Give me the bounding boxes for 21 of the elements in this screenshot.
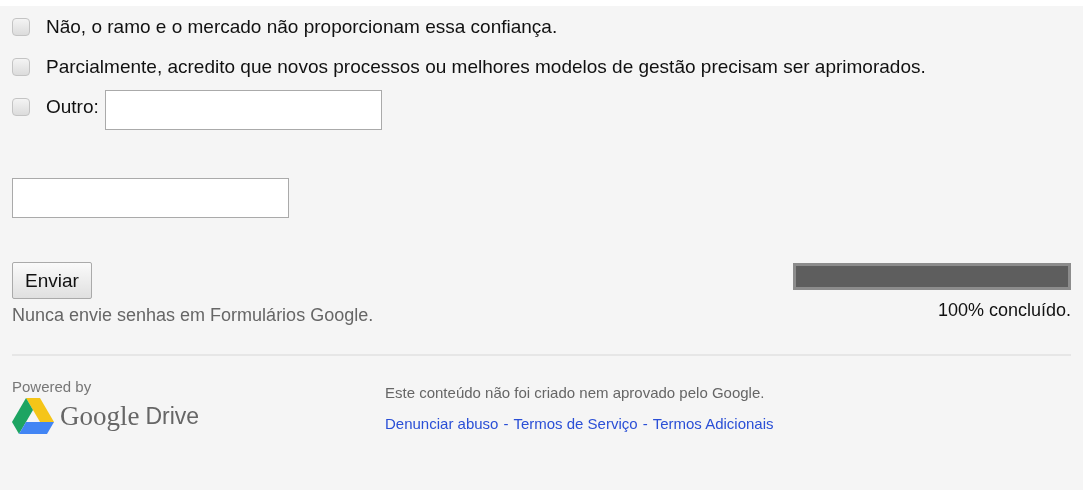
input-field[interactable]: [12, 178, 289, 218]
footer-link[interactable]: Termos Adicionais: [652, 415, 774, 432]
powered-by-text: Powered by: [12, 378, 93, 395]
progress-label: 100% concluído.: [937, 300, 1071, 321]
option-label: Outro:: [46, 95, 99, 119]
option-label: Parcialmente, acredito que novos processos ou melhores modelos de gestão precisam ser aprimorados.: [46, 56, 926, 77]
checkbox[interactable]: [12, 98, 30, 116]
logo-text: Google: [60, 400, 140, 432]
link-separator: -: [642, 415, 648, 432]
footer-link[interactable]: Termos de Serviço: [513, 415, 638, 432]
logo-product-text: Drive: [145, 402, 200, 430]
link-separator: -: [503, 415, 509, 432]
footer-link[interactable]: Denunciar abuso: [385, 415, 499, 432]
disclaimer-text: Este conteúdo não foi criado nem aprovado pelo Google.: [385, 384, 766, 401]
drive-logo-icon: [12, 398, 54, 434]
option-label: Não, o ramo e o mercado não proporcionam essa confiança.: [46, 16, 558, 37]
submit-button[interactable]: Enviar: [12, 262, 92, 299]
checkbox[interactable]: [12, 18, 30, 36]
input-field[interactable]: [104, 90, 382, 130]
warning-text: Nunca envie senhas em Formulários Google.: [12, 305, 374, 326]
checkbox[interactable]: [12, 58, 30, 76]
